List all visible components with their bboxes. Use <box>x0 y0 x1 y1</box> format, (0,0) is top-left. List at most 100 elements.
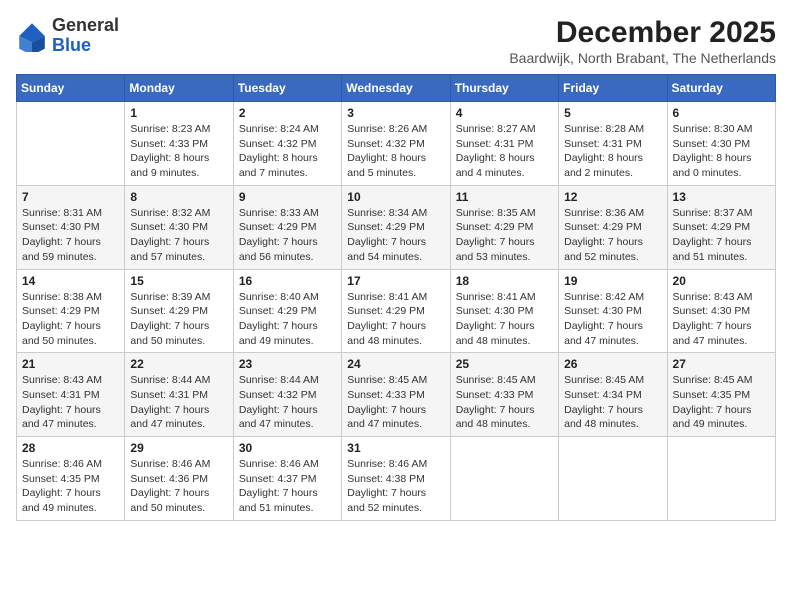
weekday-header-row: SundayMondayTuesdayWednesdayThursdayFrid… <box>17 75 776 102</box>
calendar-cell: 8Sunrise: 8:32 AM Sunset: 4:30 PM Daylig… <box>125 185 233 269</box>
day-number: 4 <box>456 106 553 120</box>
day-info: Sunrise: 8:45 AM Sunset: 4:34 PM Dayligh… <box>564 373 661 432</box>
logo-text: General Blue <box>52 16 119 56</box>
day-number: 31 <box>347 441 444 455</box>
day-info: Sunrise: 8:33 AM Sunset: 4:29 PM Dayligh… <box>239 206 336 265</box>
day-number: 17 <box>347 274 444 288</box>
day-number: 6 <box>673 106 770 120</box>
calendar-cell: 17 Sunrise: 8:41 AM Sunset: 4:29 PM Dayli… <box>342 269 450 353</box>
day-info: Sunrise: 8:46 AM Sunset: 4:38 PM Dayligh… <box>347 457 444 516</box>
day-number: 12 <box>564 190 661 204</box>
calendar-week-row: 1 Sunrise: 8:23 AM Sunset: 4:33 PM Daylig… <box>17 102 776 186</box>
day-info: Sunrise: 8:32 AM Sunset: 4:30 PM Dayligh… <box>130 206 227 265</box>
calendar-cell: 27 Sunrise: 8:45 AM Sunset: 4:35 PM Dayli… <box>667 353 775 437</box>
calendar-cell <box>559 437 667 521</box>
day-info: Sunrise: 8:24 AM Sunset: 4:32 PM Dayligh… <box>239 122 336 181</box>
calendar-week-row: 7Sunrise: 8:31 AM Sunset: 4:30 PM Daylig… <box>17 185 776 269</box>
calendar-cell: 6 Sunrise: 8:30 AM Sunset: 4:30 PM Daylig… <box>667 102 775 186</box>
day-number: 2 <box>239 106 336 120</box>
day-info: Sunrise: 8:26 AM Sunset: 4:32 PM Dayligh… <box>347 122 444 181</box>
day-info: Sunrise: 8:43 AM Sunset: 4:30 PM Dayligh… <box>673 290 770 349</box>
day-number: 28 <box>22 441 119 455</box>
calendar-cell: 9 Sunrise: 8:33 AM Sunset: 4:29 PM Daylig… <box>233 185 341 269</box>
day-info: Sunrise: 8:43 AM Sunset: 4:31 PM Dayligh… <box>22 373 119 432</box>
day-info: Sunrise: 8:31 AM Sunset: 4:30 PM Dayligh… <box>22 206 119 265</box>
calendar-week-row: 14 Sunrise: 8:38 AM Sunset: 4:29 PM Dayli… <box>17 269 776 353</box>
day-info: Sunrise: 8:45 AM Sunset: 4:33 PM Dayligh… <box>347 373 444 432</box>
calendar-cell <box>17 102 125 186</box>
calendar-cell: 3 Sunrise: 8:26 AM Sunset: 4:32 PM Daylig… <box>342 102 450 186</box>
day-info: Sunrise: 8:23 AM Sunset: 4:33 PM Dayligh… <box>130 122 227 181</box>
weekday-header: Thursday <box>450 75 558 102</box>
day-number: 9 <box>239 190 336 204</box>
day-info: Sunrise: 8:42 AM Sunset: 4:30 PM Dayligh… <box>564 290 661 349</box>
day-info: Sunrise: 8:44 AM Sunset: 4:32 PM Dayligh… <box>239 373 336 432</box>
day-info: Sunrise: 8:46 AM Sunset: 4:35 PM Dayligh… <box>22 457 119 516</box>
day-info: Sunrise: 8:45 AM Sunset: 4:33 PM Dayligh… <box>456 373 553 432</box>
calendar-cell: 13 Sunrise: 8:37 AM Sunset: 4:29 PM Dayli… <box>667 185 775 269</box>
calendar-cell: 23 Sunrise: 8:44 AM Sunset: 4:32 PM Dayli… <box>233 353 341 437</box>
month-title: December 2025 <box>509 16 776 50</box>
day-info: Sunrise: 8:38 AM Sunset: 4:29 PM Dayligh… <box>22 290 119 349</box>
day-number: 16 <box>239 274 336 288</box>
calendar-cell: 5 Sunrise: 8:28 AM Sunset: 4:31 PM Daylig… <box>559 102 667 186</box>
calendar-cell: 11 Sunrise: 8:35 AM Sunset: 4:29 PM Dayli… <box>450 185 558 269</box>
logo-icon <box>16 20 48 52</box>
weekday-header: Monday <box>125 75 233 102</box>
calendar-cell: 14 Sunrise: 8:38 AM Sunset: 4:29 PM Dayli… <box>17 269 125 353</box>
weekday-header: Sunday <box>17 75 125 102</box>
calendar-cell: 25Sunrise: 8:45 AM Sunset: 4:33 PM Dayli… <box>450 353 558 437</box>
day-number: 20 <box>673 274 770 288</box>
calendar-cell: 31 Sunrise: 8:46 AM Sunset: 4:38 PM Dayli… <box>342 437 450 521</box>
title-block: December 2025 Baardwijk, North Brabant, … <box>509 16 776 66</box>
calendar-cell: 16Sunrise: 8:40 AM Sunset: 4:29 PM Dayli… <box>233 269 341 353</box>
calendar-cell: 22 Sunrise: 8:44 AM Sunset: 4:31 PM Dayli… <box>125 353 233 437</box>
calendar-cell: 26 Sunrise: 8:45 AM Sunset: 4:34 PM Dayli… <box>559 353 667 437</box>
calendar-cell: 2 Sunrise: 8:24 AM Sunset: 4:32 PM Daylig… <box>233 102 341 186</box>
day-number: 18 <box>456 274 553 288</box>
calendar-cell: 28 Sunrise: 8:46 AM Sunset: 4:35 PM Dayli… <box>17 437 125 521</box>
day-number: 22 <box>130 357 227 371</box>
day-number: 24 <box>347 357 444 371</box>
calendar-week-row: 28 Sunrise: 8:46 AM Sunset: 4:35 PM Dayli… <box>17 437 776 521</box>
calendar-cell: 20 Sunrise: 8:43 AM Sunset: 4:30 PM Dayli… <box>667 269 775 353</box>
day-number: 26 <box>564 357 661 371</box>
day-number: 11 <box>456 190 553 204</box>
calendar-cell: 1 Sunrise: 8:23 AM Sunset: 4:33 PM Daylig… <box>125 102 233 186</box>
calendar-cell: 29Sunrise: 8:46 AM Sunset: 4:36 PM Dayli… <box>125 437 233 521</box>
day-info: Sunrise: 8:36 AM Sunset: 4:29 PM Dayligh… <box>564 206 661 265</box>
calendar-week-row: 21Sunrise: 8:43 AM Sunset: 4:31 PM Dayli… <box>17 353 776 437</box>
weekday-header: Friday <box>559 75 667 102</box>
day-info: Sunrise: 8:28 AM Sunset: 4:31 PM Dayligh… <box>564 122 661 181</box>
day-number: 23 <box>239 357 336 371</box>
day-number: 5 <box>564 106 661 120</box>
day-info: Sunrise: 8:35 AM Sunset: 4:29 PM Dayligh… <box>456 206 553 265</box>
day-info: Sunrise: 8:45 AM Sunset: 4:35 PM Dayligh… <box>673 373 770 432</box>
day-info: Sunrise: 8:27 AM Sunset: 4:31 PM Dayligh… <box>456 122 553 181</box>
day-number: 19 <box>564 274 661 288</box>
day-info: Sunrise: 8:30 AM Sunset: 4:30 PM Dayligh… <box>673 122 770 181</box>
calendar-cell: 18 Sunrise: 8:41 AM Sunset: 4:30 PM Dayli… <box>450 269 558 353</box>
calendar-cell: 7Sunrise: 8:31 AM Sunset: 4:30 PM Daylig… <box>17 185 125 269</box>
calendar-cell: 10 Sunrise: 8:34 AM Sunset: 4:29 PM Dayli… <box>342 185 450 269</box>
day-number: 13 <box>673 190 770 204</box>
day-info: Sunrise: 8:41 AM Sunset: 4:30 PM Dayligh… <box>456 290 553 349</box>
weekday-header: Tuesday <box>233 75 341 102</box>
day-number: 15 <box>130 274 227 288</box>
day-number: 27 <box>673 357 770 371</box>
day-info: Sunrise: 8:44 AM Sunset: 4:31 PM Dayligh… <box>130 373 227 432</box>
day-info: Sunrise: 8:46 AM Sunset: 4:36 PM Dayligh… <box>130 457 227 516</box>
calendar-table: SundayMondayTuesdayWednesdayThursdayFrid… <box>16 74 776 521</box>
day-number: 3 <box>347 106 444 120</box>
weekday-header: Wednesday <box>342 75 450 102</box>
day-info: Sunrise: 8:37 AM Sunset: 4:29 PM Dayligh… <box>673 206 770 265</box>
day-info: Sunrise: 8:34 AM Sunset: 4:29 PM Dayligh… <box>347 206 444 265</box>
day-number: 30 <box>239 441 336 455</box>
location: Baardwijk, North Brabant, The Netherland… <box>509 50 776 66</box>
day-number: 1 <box>130 106 227 120</box>
calendar-cell <box>667 437 775 521</box>
day-number: 10 <box>347 190 444 204</box>
day-info: Sunrise: 8:41 AM Sunset: 4:29 PM Dayligh… <box>347 290 444 349</box>
calendar-cell: 21Sunrise: 8:43 AM Sunset: 4:31 PM Dayli… <box>17 353 125 437</box>
day-number: 14 <box>22 274 119 288</box>
